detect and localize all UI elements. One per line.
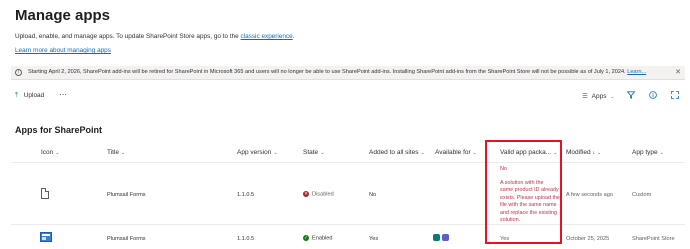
banner-text: Starting April 2, 2026, SharePoint add-i… [28, 69, 626, 75]
row-title[interactable]: Plumsail Forms [107, 192, 146, 198]
row-app-type: SharePoint Store [632, 236, 675, 242]
row-available-for [433, 233, 453, 243]
upload-label: Upload [23, 92, 45, 99]
row-app-version: 1.1.0.5 [237, 192, 255, 198]
chevron-down-icon: ⌄ [610, 94, 615, 100]
retirement-banner: i Starting April 2, 2026, SharePoint add… [11, 66, 685, 80]
column-header-added-to-all-sites[interactable]: Added to all sites ⌄ [369, 149, 425, 156]
row-added-to-all-sites: Yes [369, 236, 379, 242]
description-text: Upload, enable, and manage apps. To upda… [15, 33, 241, 40]
view-selector[interactable]: ☰ Apps ⌄ [582, 92, 614, 100]
row-modified: A few seconds ago [566, 192, 613, 198]
view-label: Apps [591, 93, 607, 100]
list-icon: ☰ [582, 93, 588, 100]
file-icon [41, 188, 49, 199]
row-app-version: 1.1.0.5 [237, 236, 255, 242]
filter-icon[interactable] [626, 91, 636, 101]
info-icon[interactable] [649, 91, 657, 101]
column-header-app-version[interactable]: App version ⌄ [237, 149, 278, 156]
banner-message: Starting April 2, 2026, SharePoint add-i… [28, 69, 646, 75]
column-header-state[interactable]: State ⌄ [303, 149, 324, 156]
row-select[interactable] [20, 185, 27, 192]
row-divider [11, 224, 685, 225]
column-header-available-for[interactable]: Available for ⌄ [435, 149, 477, 156]
description-end: . [292, 33, 295, 40]
row-modified: October 25, 2025 [566, 236, 610, 242]
teams-icon [433, 234, 440, 241]
fullscreen-icon[interactable] [671, 91, 679, 101]
page-title: Manage apps [15, 7, 111, 24]
learn-more-link[interactable]: Learn more about managing apps [15, 47, 111, 54]
row-state: ✓ Enabled [303, 235, 333, 242]
info-icon: i [15, 69, 22, 76]
upload-button[interactable]: ⤒ Upload [15, 92, 44, 100]
enabled-status-icon: ✓ [303, 235, 309, 241]
app-icon [40, 232, 52, 242]
sharepoint-icon [442, 234, 449, 241]
more-icon[interactable]: ⋯ [59, 90, 67, 99]
disabled-status-icon: ✕ [303, 191, 309, 197]
banner-learn-link[interactable]: Learn... [627, 69, 646, 75]
close-icon[interactable]: ✕ [675, 68, 681, 76]
row-title[interactable]: Plumsail Forms [107, 236, 146, 242]
row-app-type: Custom [632, 192, 652, 198]
column-header-app-type[interactable]: App type ⌄ [632, 149, 664, 156]
column-header-title[interactable]: Title ⌄ [107, 149, 125, 156]
upload-icon: ⤒ [15, 92, 18, 99]
classic-experience-link[interactable]: classic experience [241, 33, 293, 40]
row-state: ✕ Disabled [303, 191, 334, 198]
row-added-to-all-sites: No [369, 192, 377, 198]
page-description: Upload, enable, and manage apps. To upda… [15, 33, 295, 40]
column-header-icon[interactable]: Icon ⌄ [41, 149, 60, 156]
valid-app-package-highlight [485, 140, 562, 244]
section-title: Apps for SharePoint [15, 125, 103, 135]
column-header-modified[interactable]: Modified ↓ ⌄ [566, 149, 601, 156]
sort-descending-icon: ↓ [592, 150, 596, 156]
